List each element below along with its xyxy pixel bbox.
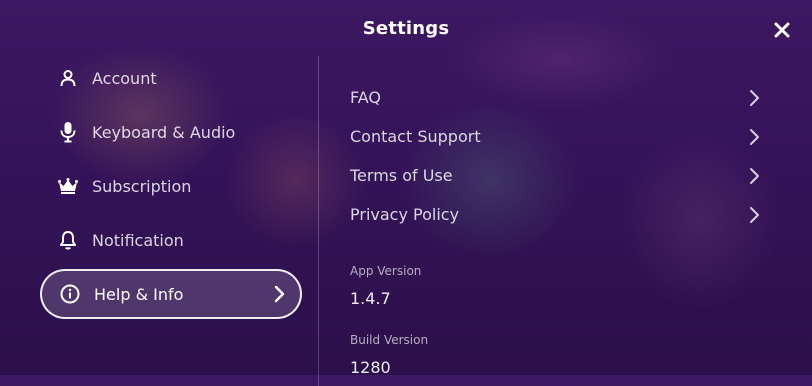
- menu-row-label: Terms of Use: [350, 166, 453, 185]
- app-version-value: 1.4.7: [350, 289, 391, 308]
- close-icon: [774, 22, 790, 38]
- chevron-right-icon: [748, 89, 760, 111]
- menu-row-label: Contact Support: [350, 127, 481, 146]
- crown-icon: [58, 176, 78, 196]
- sidebar-item-help-info[interactable]: Help & Info: [40, 269, 302, 319]
- contact-support-link[interactable]: Contact Support: [350, 117, 770, 156]
- sidebar-item-label: Notification: [92, 230, 184, 250]
- sidebar-item-subscription[interactable]: Subscription: [40, 161, 302, 211]
- settings-sidebar: Account Keyboard & Audio Subscription No…: [40, 53, 302, 323]
- sidebar-item-label: Account: [92, 68, 157, 88]
- terms-of-use-link[interactable]: Terms of Use: [350, 156, 770, 195]
- chevron-right-icon: [272, 285, 286, 307]
- menu-row-label: FAQ: [350, 88, 381, 107]
- sidebar-item-label: Subscription: [92, 176, 192, 196]
- help-links-list: FAQ Contact Support Terms of Use Privacy…: [350, 78, 770, 234]
- sidebar-item-label: Keyboard & Audio: [92, 122, 236, 142]
- chevron-right-icon: [748, 128, 760, 150]
- app-version-label: App Version: [350, 264, 422, 278]
- faq-link[interactable]: FAQ: [350, 78, 770, 117]
- sidebar-item-account[interactable]: Account: [40, 53, 302, 103]
- sidebar-item-label: Help & Info: [94, 284, 184, 304]
- chevron-right-icon: [748, 206, 760, 228]
- chevron-right-icon: [748, 167, 760, 189]
- bell-icon: [58, 230, 78, 250]
- build-version-label: Build Version: [350, 333, 429, 347]
- sidebar-item-notification[interactable]: Notification: [40, 215, 302, 265]
- sidebar-item-keyboard-audio[interactable]: Keyboard & Audio: [40, 107, 302, 157]
- panel-divider: [318, 56, 319, 386]
- person-icon: [58, 68, 78, 88]
- build-version-value: 1280: [350, 358, 391, 377]
- menu-row-label: Privacy Policy: [350, 205, 460, 224]
- close-button[interactable]: [772, 20, 792, 40]
- privacy-policy-link[interactable]: Privacy Policy: [350, 195, 770, 234]
- info-icon: [60, 284, 80, 304]
- microphone-icon: [58, 122, 78, 143]
- page-title: Settings: [362, 18, 450, 39]
